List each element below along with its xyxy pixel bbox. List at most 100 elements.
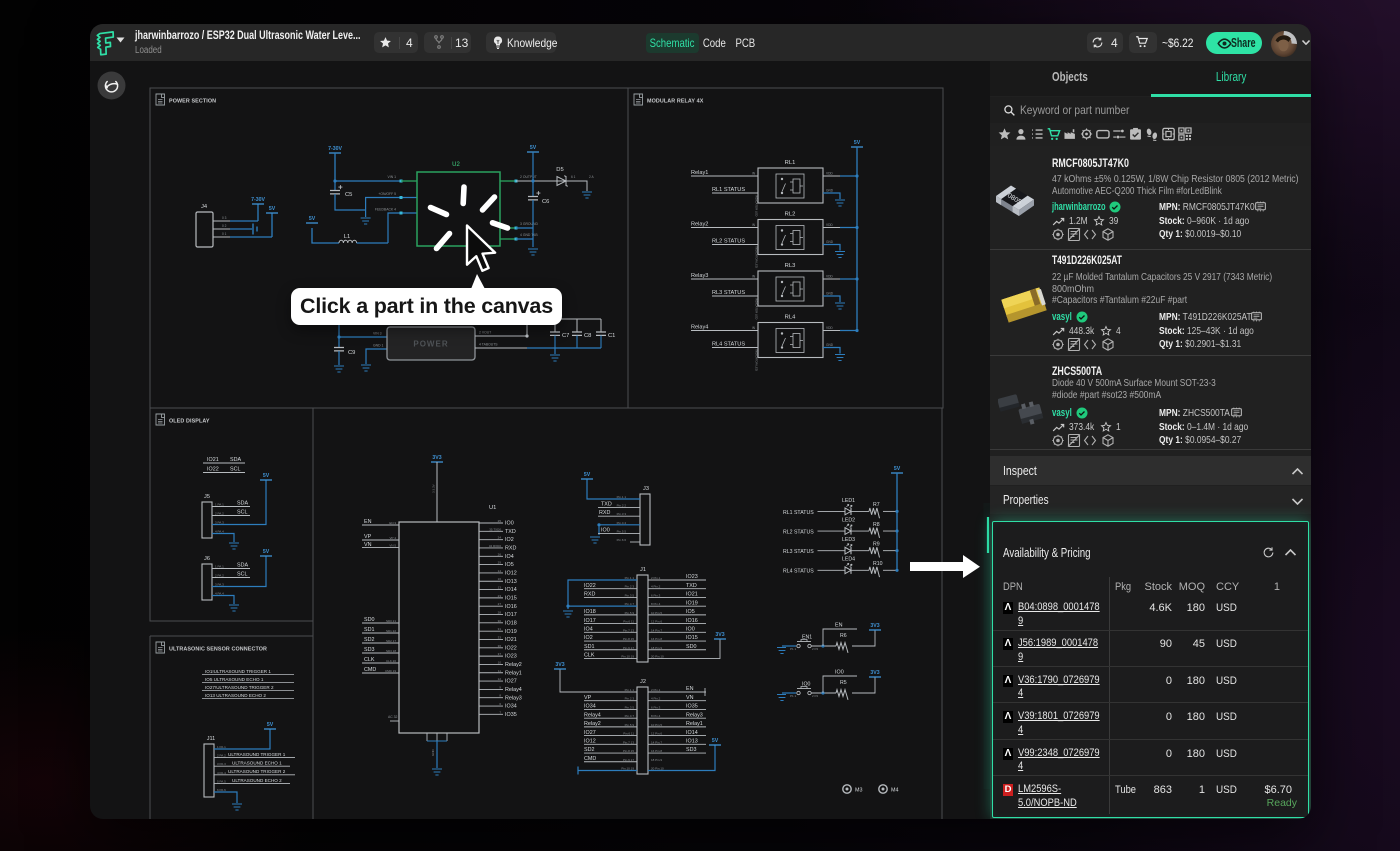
svg-text:0 1: 0 1 (222, 232, 227, 236)
svg-text:6 Pin.3: 6 Pin.3 (651, 593, 661, 597)
svg-text:L1: L1 (344, 234, 350, 240)
svg-text:Relay4: Relay4 (505, 687, 522, 693)
svg-text:IO15: IO15 (505, 595, 517, 601)
svg-text:Pin.4 7: Pin.4 7 (625, 714, 635, 718)
svg-text:VN: VN (686, 695, 694, 701)
svg-text:Relay1: Relay1 (505, 670, 522, 676)
svg-text:2 VOUT: 2 VOUT (479, 331, 491, 335)
svg-text:5V: 5V (309, 216, 316, 222)
svg-text:SDA: SDA (230, 457, 241, 463)
svg-text:RL2 STATUS: RL2 STATUS (712, 239, 745, 245)
svg-text:5V: 5V (267, 722, 274, 728)
svg-text:4 Pin.2: 4 Pin.2 (651, 585, 661, 589)
svg-text:IO19: IO19 (686, 600, 698, 606)
svg-text:IO0: IO0 (835, 670, 844, 676)
svg-text:12 Pin.6: 12 Pin.6 (651, 620, 662, 624)
svg-text:2 P2: 2 P2 (812, 647, 819, 651)
svg-text:13: 13 (498, 586, 502, 590)
svg-text:C6: C6 (542, 199, 549, 205)
svg-text:LED4: LED4 (842, 557, 855, 563)
svg-text:LED3: LED3 (842, 537, 855, 543)
svg-text:INDICATOR LED: INDICATOR LED (755, 350, 759, 371)
svg-text:CMD: CMD (584, 756, 596, 762)
svg-text:5 PA.5: 5 PA.5 (217, 779, 226, 783)
svg-text:36: 36 (498, 644, 502, 648)
svg-text:RXD: RXD (584, 592, 595, 598)
svg-text:IN: IN (752, 326, 756, 330)
svg-text:IO13 ULTRASOUND ECHO 2: IO13 ULTRASOUND ECHO 2 (205, 693, 266, 698)
svg-text:SD1 22: SD1 22 (386, 629, 396, 633)
svg-text:Relay3: Relay3 (505, 695, 522, 701)
svg-text:Pin.6 11: Pin.6 11 (623, 620, 634, 624)
svg-text:Pin.8 15: Pin.8 15 (623, 637, 634, 641)
svg-text:3V3: 3V3 (870, 670, 879, 676)
svg-text:Pin.10 19: Pin.10 19 (621, 654, 634, 658)
svg-text:3 GROUND: 3 GROUND (520, 222, 538, 226)
svg-text:IO21: IO21 (505, 637, 517, 643)
svg-text:4 GND TAB: 4 GND TAB (520, 233, 538, 237)
svg-text:8 Pin.4: 8 Pin.4 (651, 714, 661, 718)
svg-text:14: 14 (498, 569, 502, 573)
svg-text:IO2: IO2 (505, 537, 514, 543)
svg-text:Pin.6 11: Pin.6 11 (623, 732, 634, 736)
svg-text:10 Pin.5: 10 Pin.5 (651, 723, 662, 727)
svg-text:IO27: IO27 (505, 679, 517, 685)
svg-text:20 Pin.10: 20 Pin.10 (651, 654, 664, 658)
svg-text:1 PA.1: 1 PA.1 (215, 565, 224, 569)
svg-text:SD0: SD0 (364, 617, 375, 623)
svg-text:IO19: IO19 (505, 629, 517, 635)
svg-text:IO14: IO14 (686, 730, 698, 736)
svg-text:GND: GND (826, 343, 834, 347)
svg-text:3V3: 3V3 (555, 662, 564, 668)
svg-text:SCL: SCL (230, 467, 241, 473)
svg-text:IO22: IO22 (505, 645, 517, 651)
svg-text:0 3: 0 3 (222, 216, 227, 220)
svg-text:IO16: IO16 (505, 604, 517, 610)
svg-text:31: 31 (498, 627, 502, 631)
svg-text:CLK: CLK (584, 653, 595, 659)
svg-text:TXD: TXD (686, 583, 697, 589)
svg-text:+ON/OFF 5: +ON/OFF 5 (378, 192, 396, 196)
svg-text:5V: 5V (854, 140, 861, 146)
svg-text:SCL: SCL (237, 572, 248, 578)
svg-text:IO13: IO13 (686, 739, 698, 745)
svg-text:4 Pin.2: 4 Pin.2 (651, 697, 661, 701)
svg-text:7-30V: 7-30V (251, 197, 265, 203)
svg-text:RL4 STATUS: RL4 STATUS (712, 342, 745, 348)
svg-text:LED2: LED2 (842, 517, 855, 523)
svg-text:2 PA.2: 2 PA.2 (217, 754, 226, 758)
svg-text:C7: C7 (562, 333, 569, 339)
svg-text:5V: 5V (712, 738, 719, 744)
svg-text:GND: GND (826, 292, 834, 296)
svg-text:P1 1: P1 1 (790, 647, 797, 651)
svg-text:Pin.2 3: Pin.2 3 (625, 697, 635, 701)
svg-text:2 OUTPUT: 2 OUTPUT (520, 175, 537, 179)
svg-text:RL1 STATUS: RL1 STATUS (712, 187, 745, 193)
svg-text:C1: C1 (608, 333, 615, 339)
svg-text:2 A: 2 A (589, 175, 594, 179)
svg-text:5V: 5V (894, 466, 901, 472)
svg-text:ULTRASOUND TRIGGER 2: ULTRASOUND TRIGGER 2 (228, 769, 286, 774)
svg-text:U1: U1 (489, 505, 496, 511)
svg-text:IO23: IO23 (686, 574, 698, 580)
svg-text:IO4: IO4 (584, 627, 593, 633)
svg-text:CLK 20: CLK 20 (386, 659, 396, 663)
svg-text:EN: EN (686, 686, 694, 692)
svg-text:IO27: IO27 (584, 730, 596, 736)
svg-text:IO14: IO14 (505, 587, 517, 593)
svg-text:IN: IN (752, 172, 756, 176)
svg-text:18 Pin.9: 18 Pin.9 (651, 646, 662, 650)
svg-text:IO1!ULTRASOUND TRIGGER 1: IO1!ULTRASOUND TRIGGER 1 (205, 669, 271, 674)
svg-text:IO16: IO16 (686, 618, 698, 624)
svg-text:VIN 1: VIN 1 (388, 175, 397, 179)
svg-text:0 2: 0 2 (222, 224, 227, 228)
svg-text:VDD: VDD (826, 275, 833, 279)
svg-text:VDD: VDD (826, 223, 833, 227)
svg-text:Pin.9 17: Pin.9 17 (623, 758, 634, 762)
svg-text:AC 32: AC 32 (388, 715, 398, 719)
svg-text:RL3 STATUS: RL3 STATUS (783, 549, 814, 555)
svg-text:SD0 21: SD0 21 (386, 619, 396, 623)
svg-text:14 Pin.7: 14 Pin.7 (651, 740, 662, 744)
svg-text:5V: 5V (263, 473, 270, 479)
svg-text:SDA: SDA (237, 501, 248, 507)
